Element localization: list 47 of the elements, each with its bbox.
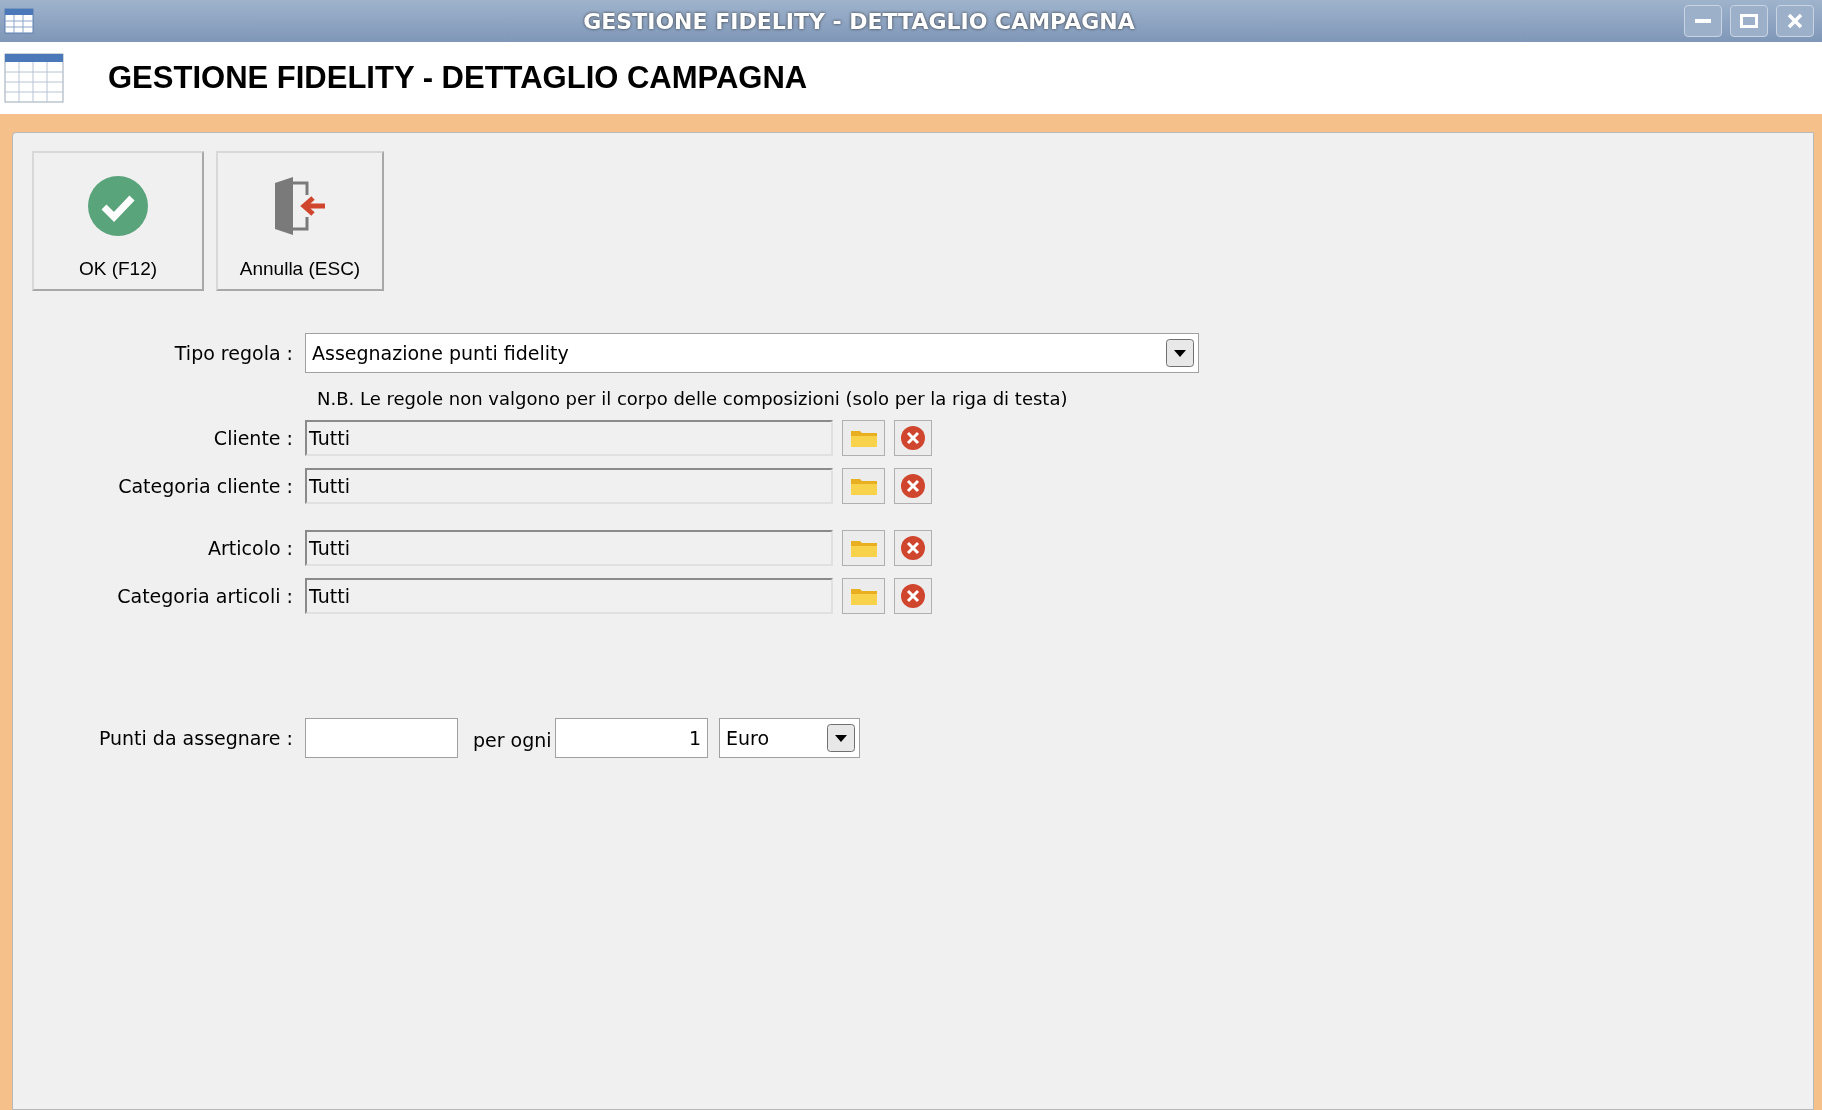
dropdown-value: Euro (726, 725, 771, 751)
minimize-button[interactable] (1684, 5, 1722, 37)
browse-button[interactable] (842, 468, 885, 504)
rule-type-dropdown[interactable]: Assegnazione punti fidelity (305, 333, 1199, 373)
note-text: N.B. Le regole non valgono per il corpo delle composizioni (solo per la riga di testa) (317, 387, 1069, 411)
check-circle-icon (87, 175, 149, 237)
field-label: Articolo : (207, 535, 294, 561)
close-button[interactable] (1776, 5, 1814, 37)
field-label: Punti da assegnare : (97, 725, 294, 751)
browse-button[interactable] (842, 578, 885, 614)
lookup-field[interactable]: Tutti (305, 420, 833, 456)
clear-button[interactable] (894, 530, 932, 566)
field-label: Cliente : (212, 425, 294, 451)
table-icon (4, 53, 64, 103)
dropdown-value: Assegnazione punti fidelity (312, 340, 570, 366)
table-icon (4, 8, 34, 34)
maximize-button[interactable] (1730, 5, 1768, 37)
lookup-field[interactable]: Tutti (305, 530, 833, 566)
clear-icon (900, 425, 926, 451)
maximize-icon (1740, 14, 1758, 28)
points-input[interactable] (305, 718, 458, 758)
minimize-icon (1695, 19, 1711, 23)
browse-button[interactable] (842, 420, 885, 456)
lookup-field[interactable]: Tutti (305, 578, 833, 614)
close-icon (1787, 13, 1803, 29)
folder-icon (849, 586, 878, 606)
clear-button[interactable] (894, 420, 932, 456)
lookup-field[interactable]: Tutti (305, 468, 833, 504)
clear-icon (900, 473, 926, 499)
clear-button[interactable] (894, 468, 932, 504)
folder-icon (849, 476, 878, 496)
window-title: GESTIONE FIDELITY - DETTAGLIO CAMPAGNA (583, 8, 1135, 34)
browse-button[interactable] (842, 530, 885, 566)
folder-icon (849, 538, 878, 558)
unit-dropdown[interactable]: Euro (719, 718, 860, 758)
page-title: GESTIONE FIDELITY - DETTAGLIO CAMPAGNA (108, 58, 808, 97)
folder-icon (849, 428, 878, 448)
cancel-button[interactable]: Annulla (ESC) (216, 151, 384, 291)
ok-button[interactable]: OK (F12) (32, 151, 204, 291)
field-label: Categoria articoli : (116, 583, 294, 609)
field-label: Categoria cliente : (117, 473, 294, 499)
clear-icon (900, 583, 926, 609)
clear-button[interactable] (894, 578, 932, 614)
amount-input[interactable]: 1 (555, 718, 708, 758)
field-label: Tipo regola : (173, 340, 294, 366)
per-label: per ogni (473, 727, 553, 753)
clear-icon (900, 535, 926, 561)
